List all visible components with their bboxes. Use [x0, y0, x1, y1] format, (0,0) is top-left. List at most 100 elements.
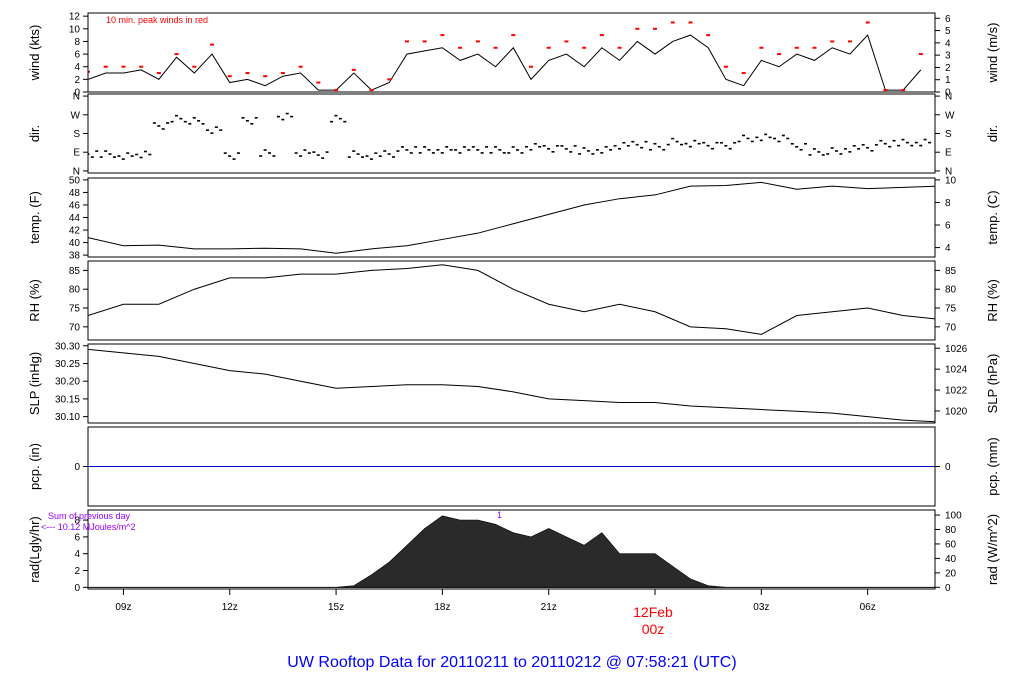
dir-point	[223, 152, 227, 154]
dir-point	[768, 136, 772, 139]
y-tick-right-label: 6	[945, 14, 951, 25]
weather-chart: 0246810120123456wind (kts) wind (m/s)10 m…	[27, 12, 1000, 671]
gust-mark	[139, 65, 144, 68]
dir-point	[82, 150, 85, 152]
y-tick-label: 75	[69, 304, 81, 315]
dir-point	[471, 146, 475, 148]
dir-point	[905, 141, 909, 144]
dir-point	[183, 120, 187, 123]
y-tick-right-label: W	[945, 110, 955, 121]
dir-point	[538, 145, 542, 148]
dir-point	[427, 149, 431, 151]
rad-annotation-line2: <--- 10.12 MJoules/m^2	[41, 522, 136, 532]
dir-point	[414, 146, 418, 148]
dir-point	[347, 156, 351, 158]
y-tick-right-label: 8	[945, 198, 951, 209]
dir-point	[604, 146, 608, 148]
dir-point	[267, 152, 271, 154]
x-tick-label: 03z	[753, 602, 769, 613]
dir-point	[560, 145, 564, 147]
gust-mark	[670, 21, 675, 24]
dir-point	[688, 145, 692, 148]
dir-point	[330, 120, 334, 123]
dir-point	[409, 152, 413, 154]
series-dir	[82, 112, 932, 160]
dir-point	[892, 139, 896, 142]
gust-mark	[723, 65, 728, 68]
dir-point	[245, 120, 249, 122]
dir-point	[476, 149, 480, 151]
y-tick-label: 30.20	[55, 377, 80, 388]
dir-point	[436, 149, 440, 151]
dir-point	[206, 129, 210, 131]
y-tick-right-label: 100	[945, 511, 962, 522]
dir-point	[396, 150, 400, 152]
dir-point	[272, 155, 276, 157]
chart-title: UW Rooftop Data for 20110211 to 20110212…	[287, 654, 736, 671]
panel-frame	[87, 260, 936, 341]
gust-mark	[210, 43, 215, 46]
panel-frame	[87, 93, 936, 174]
dir-point	[679, 143, 683, 146]
gust-mark	[351, 68, 356, 71]
dir-point	[613, 144, 617, 147]
dir-point	[591, 153, 595, 155]
dir-point	[631, 140, 635, 143]
dir-point	[586, 150, 590, 152]
y-tick-label: 4	[74, 62, 80, 73]
gust-mark	[121, 65, 126, 68]
date-label: 12Feb	[633, 604, 673, 620]
dir-point	[573, 145, 577, 147]
y-tick-label: 8	[74, 37, 80, 48]
dir-point	[888, 145, 892, 148]
dir-point	[254, 117, 258, 119]
y-axis-label: temp. (F)	[27, 191, 42, 244]
y-tick-right-label: 1022	[945, 386, 968, 397]
gust-mark	[316, 81, 321, 84]
dir-point	[671, 137, 675, 140]
dir-point	[795, 145, 799, 148]
dir-point	[143, 150, 147, 153]
y-tick-right-label: 4	[945, 38, 951, 49]
dir-point	[657, 145, 661, 148]
y-tick-right-label: 75	[945, 304, 957, 315]
gust-mark	[653, 27, 658, 30]
dir-point	[626, 144, 630, 147]
dir-point	[152, 122, 156, 124]
gust-mark	[582, 46, 587, 49]
dir-point	[498, 149, 502, 151]
y-axis-label-right: RH (%)	[985, 279, 1000, 322]
x-axis: 09z 12z 15z 18z 21z 03z 06z	[115, 589, 876, 613]
dir-point	[644, 140, 648, 143]
dir-point	[773, 137, 777, 140]
dir-point	[897, 144, 901, 147]
x-tick-label: 12z	[222, 602, 238, 613]
dir-point	[352, 150, 356, 152]
dir-point	[312, 151, 316, 153]
dir-point	[334, 114, 338, 117]
dir-point	[635, 143, 639, 146]
dir-point	[321, 157, 325, 159]
y-tick-right-label: 80	[945, 285, 957, 296]
dir-point	[502, 152, 506, 154]
dir-point	[516, 149, 520, 151]
dir-point	[529, 148, 533, 151]
dir-point	[520, 152, 524, 154]
y-tick-label: 38	[69, 251, 81, 262]
dir-point	[622, 141, 626, 144]
y-tick-label: 30.10	[55, 412, 80, 423]
y-tick-right-label: 4	[945, 243, 951, 254]
y-tick-label: N	[73, 92, 80, 103]
dir-point	[383, 150, 387, 152]
dir-point	[750, 140, 754, 143]
gust-mark	[263, 75, 268, 78]
dir-point	[179, 117, 183, 120]
dir-point	[511, 146, 515, 148]
date-time-label: 00z	[642, 621, 665, 637]
y-tick-label: 6	[74, 532, 80, 543]
gust-mark	[511, 34, 516, 37]
dir-point	[418, 152, 422, 154]
dir-point	[870, 149, 874, 152]
gust-mark	[777, 53, 782, 56]
gust-mark	[741, 72, 746, 75]
